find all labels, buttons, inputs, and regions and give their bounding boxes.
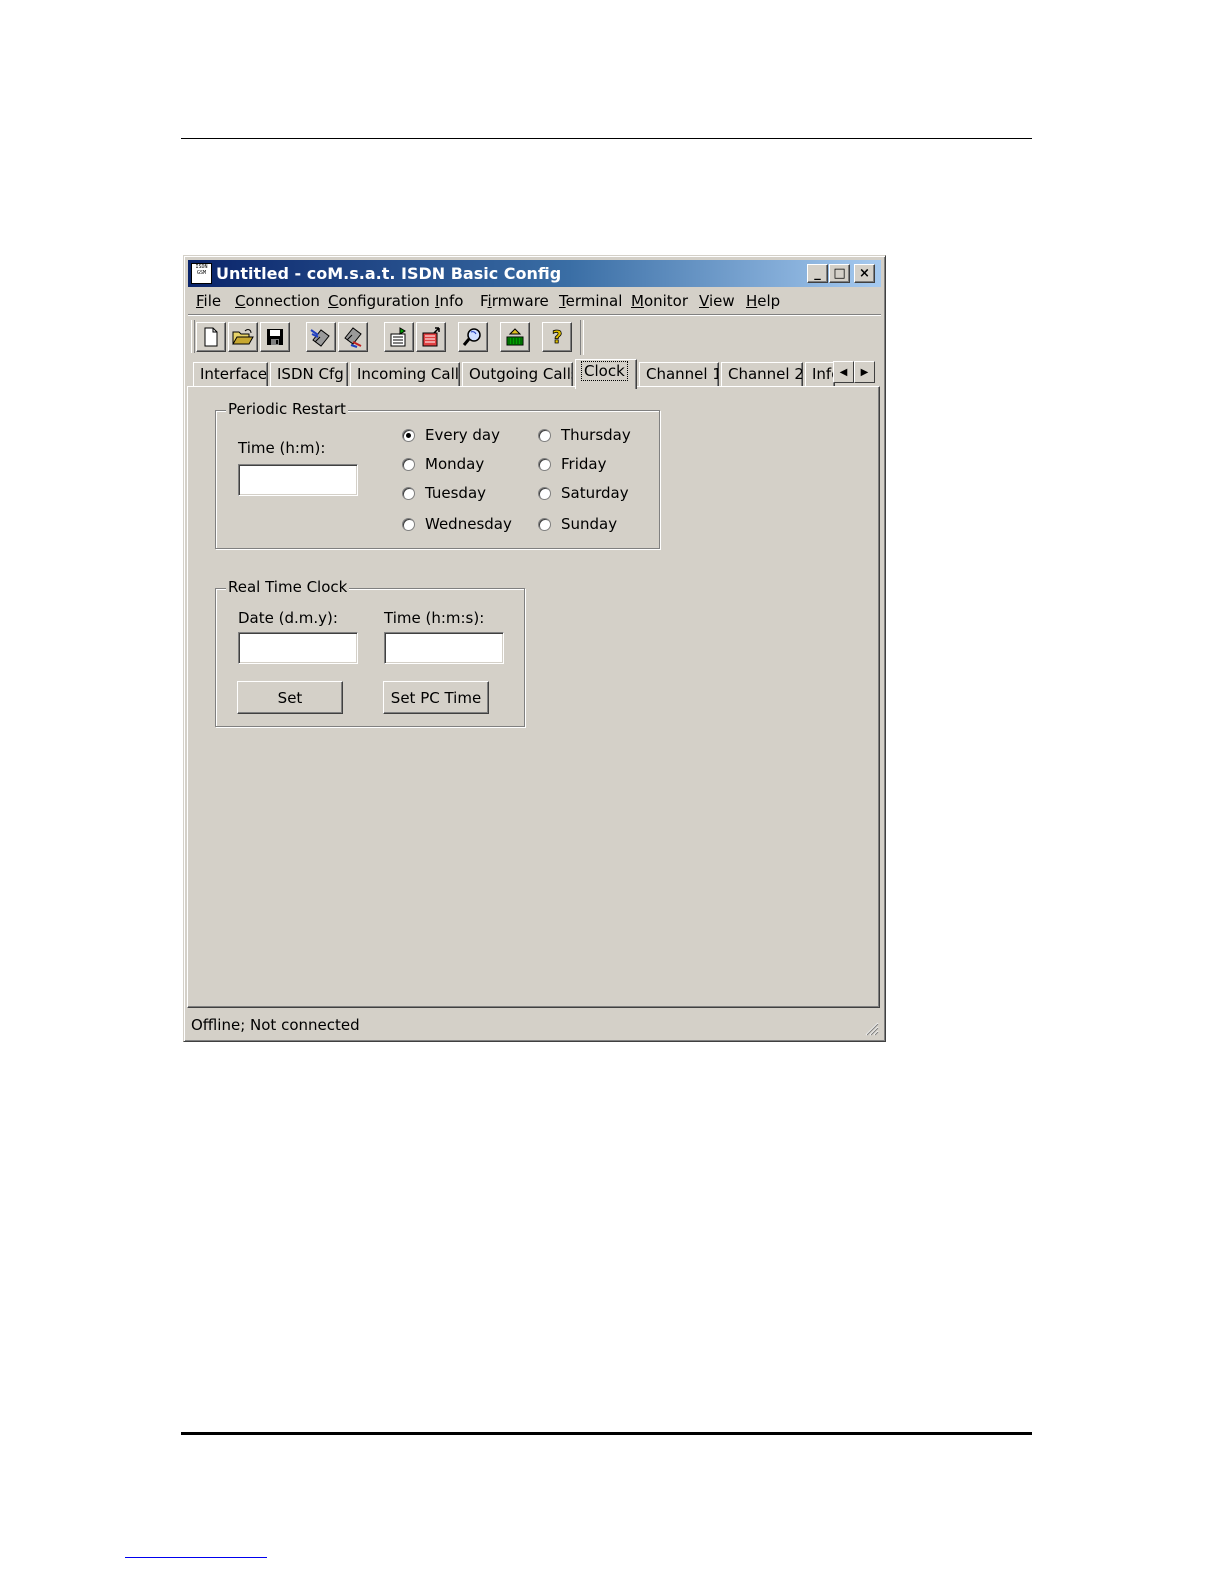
radio-friday-indicator <box>538 457 551 471</box>
radio-saturday[interactable]: Saturday <box>538 483 629 503</box>
tab-strip: Interface ISDN Cfg Incoming Calls Outgoi… <box>192 359 876 389</box>
periodic-restart-label: Periodic Restart <box>226 400 348 418</box>
close-button[interactable]: × <box>854 264 875 283</box>
tab-channel-2[interactable]: Channel 2 <box>721 362 803 387</box>
menu-connection[interactable]: Connection <box>235 292 320 310</box>
footer-link-underline[interactable] <box>125 1557 267 1558</box>
toolbar-end <box>580 320 584 355</box>
open-icon[interactable] <box>228 322 258 352</box>
page-footer-rule <box>181 1432 1032 1435</box>
menu-file[interactable]: File <box>196 292 221 310</box>
tab-scroll: ◀ ▶ <box>833 361 876 383</box>
window-title: Untitled - coM.s.a.t. ISDN Basic Config <box>216 264 562 283</box>
tab-interface[interactable]: Interface <box>193 362 268 387</box>
rtc-time-label: Time (h:m:s): <box>384 609 485 627</box>
menu-info[interactable]: Info <box>435 292 463 310</box>
restart-time-label: Time (h:m): <box>238 439 326 457</box>
title-bar[interactable]: ISDN GSM Untitled - coM.s.a.t. ISDN Basi… <box>188 260 881 287</box>
radio-monday[interactable]: Monday <box>402 454 484 474</box>
help-icon[interactable]: ? <box>542 322 572 352</box>
download-icon[interactable] <box>416 322 446 352</box>
radio-wednesday-indicator <box>402 517 415 531</box>
radio-every-day[interactable]: Every day <box>402 425 500 445</box>
tab-isdn-cfg[interactable]: ISDN Cfg <box>270 362 348 387</box>
toolbar: ? <box>188 317 881 357</box>
set-button[interactable]: Set <box>237 681 343 714</box>
tab-info[interactable]: Info <box>805 362 835 387</box>
write-device-icon[interactable] <box>338 322 368 352</box>
radio-sunday-indicator <box>538 517 551 531</box>
menu-separator <box>188 314 881 316</box>
radio-thursday[interactable]: Thursday <box>538 425 631 445</box>
find-icon[interactable] <box>458 322 488 352</box>
radio-tuesday-indicator <box>402 486 415 500</box>
save-icon[interactable] <box>260 322 290 352</box>
tab-scroll-right-icon[interactable]: ▶ <box>854 361 875 383</box>
radio-every-day-indicator <box>402 428 415 442</box>
clock-tab-panel: Periodic Restart Time (h:m): Every day M… <box>187 386 880 1008</box>
toolbar-grip[interactable] <box>191 320 195 353</box>
real-time-clock-label: Real Time Clock <box>226 578 350 596</box>
radio-monday-indicator <box>402 457 415 471</box>
rtc-date-label: Date (d.m.y): <box>238 609 338 627</box>
menu-view[interactable]: View <box>699 292 735 310</box>
minimize-button[interactable]: _ <box>807 264 828 283</box>
real-time-clock-group: Real Time Clock Date (d.m.y): Time (h:m:… <box>215 578 525 727</box>
radio-saturday-indicator <box>538 486 551 500</box>
radio-sunday[interactable]: Sunday <box>538 514 617 534</box>
restart-time-input[interactable] <box>238 464 358 496</box>
page-header-rule <box>181 138 1032 139</box>
menu-help[interactable]: Help <box>746 292 780 310</box>
firmware-icon[interactable] <box>500 322 530 352</box>
menu-configuration[interactable]: Configuration <box>328 292 430 310</box>
new-icon[interactable] <box>196 322 226 352</box>
menu-bar: File Connection Configuration Info Firmw… <box>188 289 881 313</box>
tab-outgoing-calls[interactable]: Outgoing Calls <box>462 362 573 387</box>
radio-tuesday[interactable]: Tuesday <box>402 483 486 503</box>
menu-terminal[interactable]: Terminal <box>559 292 622 310</box>
upload-icon[interactable] <box>384 322 414 352</box>
read-device-icon[interactable] <box>306 322 336 352</box>
status-bar: Offline; Not connected <box>188 1014 881 1038</box>
rtc-date-input[interactable] <box>238 632 358 664</box>
maximize-button[interactable]: □ <box>829 264 850 283</box>
tab-incoming-calls[interactable]: Incoming Calls <box>350 362 460 387</box>
radio-thursday-indicator <box>538 428 551 442</box>
tab-clock[interactable]: Clock <box>575 359 637 389</box>
app-icon[interactable]: ISDN GSM <box>191 263 212 284</box>
tab-channel-1[interactable]: Channel 1 <box>639 362 719 387</box>
rtc-time-input[interactable] <box>384 632 504 664</box>
svg-text:?: ? <box>552 327 562 348</box>
resize-grip-icon[interactable] <box>863 1020 879 1036</box>
radio-wednesday[interactable]: Wednesday <box>402 514 512 534</box>
tab-clock-label: Clock <box>581 361 628 381</box>
set-pc-time-button[interactable]: Set PC Time <box>383 681 489 714</box>
tab-scroll-left-icon[interactable]: ◀ <box>833 361 854 383</box>
radio-friday[interactable]: Friday <box>538 454 606 474</box>
periodic-restart-group: Periodic Restart Time (h:m): Every day M… <box>215 400 660 549</box>
status-text: Offline; Not connected <box>191 1016 360 1034</box>
app-window: ISDN GSM Untitled - coM.s.a.t. ISDN Basi… <box>183 255 886 1042</box>
menu-firmware[interactable]: Firmware <box>480 292 549 310</box>
menu-monitor[interactable]: Monitor <box>631 292 688 310</box>
